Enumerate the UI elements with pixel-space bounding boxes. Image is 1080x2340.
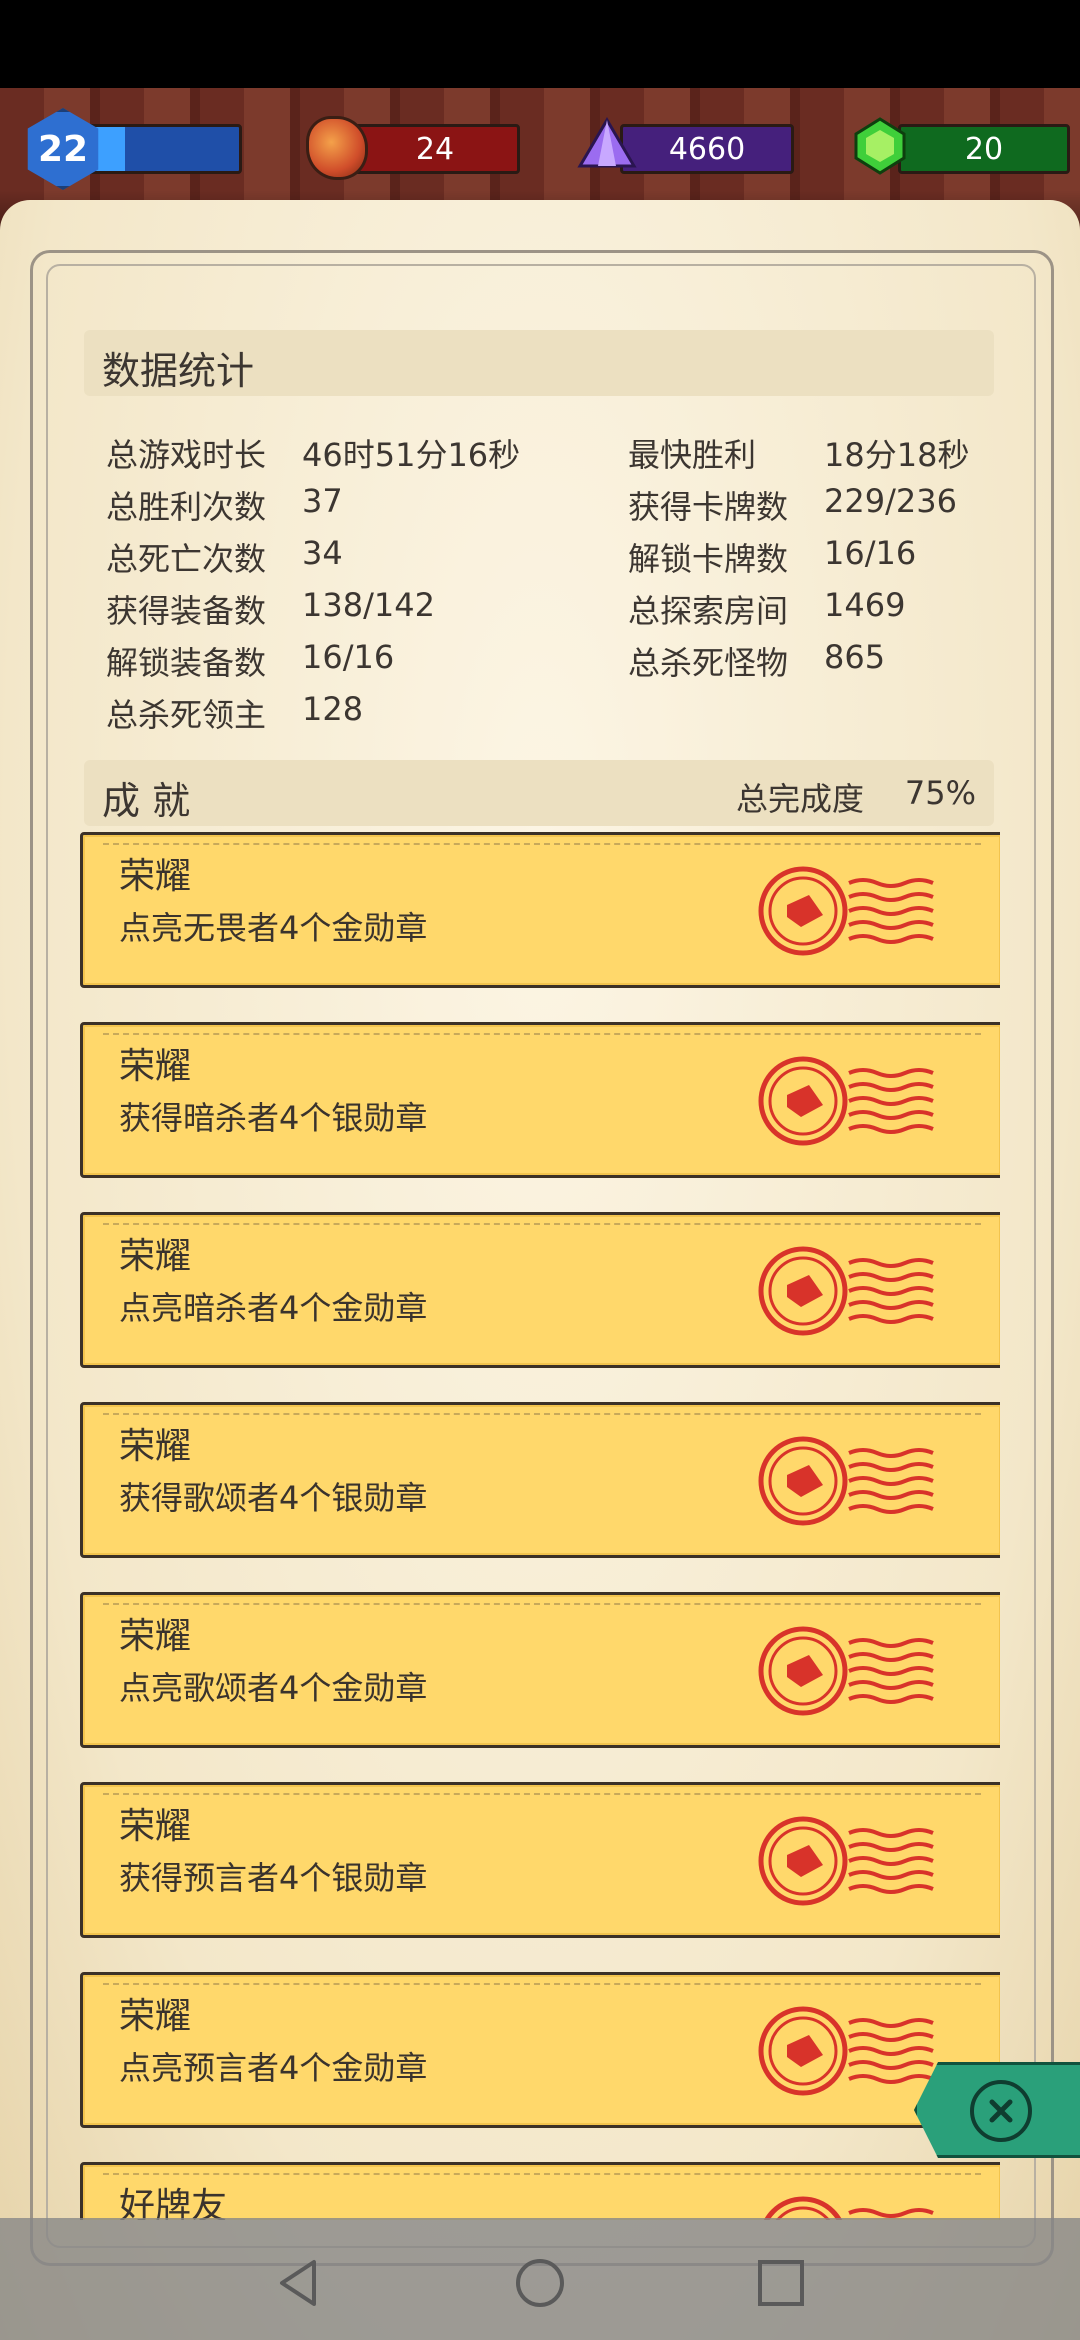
completed-stamp-icon	[753, 1621, 953, 1721]
achievement-title: 好牌友	[119, 2186, 228, 2220]
stat-value: 138/142	[302, 586, 435, 624]
emerald-counter: 20	[898, 124, 1070, 174]
crystal-icon	[577, 117, 637, 168]
achievement-title: 荣耀	[119, 1046, 192, 1087]
achievement-card[interactable]: 好牌友	[80, 2162, 1000, 2220]
stat-label: 获得装备数	[106, 592, 267, 630]
stats-title: 数据统计	[102, 349, 255, 393]
achievement-card[interactable]: 荣耀 点亮预言者4个金勋章	[80, 1972, 1000, 2128]
achievement-desc: 点亮预言者4个金勋章	[119, 2049, 428, 2087]
achievement-card[interactable]: 荣耀 获得暗杀者4个银勋章	[80, 1022, 1000, 1178]
achievement-title: 荣耀	[119, 1236, 192, 1277]
stat-label: 总探索房间	[628, 592, 789, 630]
system-nav-bar	[0, 2218, 1080, 2340]
achievement-title: 荣耀	[119, 856, 192, 897]
stat-label: 解锁卡牌数	[628, 540, 789, 578]
system-status-bar	[0, 0, 1080, 88]
achievement-title: 荣耀	[119, 1806, 192, 1847]
achievement-card[interactable]: 荣耀 点亮无畏者4个金勋章	[80, 832, 1000, 988]
completed-stamp-icon	[753, 1811, 953, 1911]
crystal-value: 4660	[668, 131, 746, 167]
emerald-icon	[854, 117, 906, 175]
stat-value: 46时51分16秒	[302, 436, 521, 474]
stat-value: 1469	[824, 586, 906, 624]
gold-stone-icon	[306, 116, 368, 180]
completed-stamp-icon	[753, 2001, 953, 2101]
progress-label: 总完成度	[735, 780, 864, 818]
achievement-title: 荣耀	[119, 1426, 192, 1467]
achievement-desc: 获得预言者4个银勋章	[119, 1859, 428, 1897]
achievement-list[interactable]: 荣耀 点亮无畏者4个金勋章 荣耀 获得暗杀者4个银勋章 荣耀 点亮暗杀者4个金勋…	[80, 832, 1000, 2220]
achievement-card[interactable]: 荣耀 获得预言者4个银勋章	[80, 1782, 1000, 1938]
achievement-desc: 点亮歌颂者4个金勋章	[119, 1669, 428, 1707]
stat-label: 总死亡次数	[106, 540, 267, 578]
stat-label: 总胜利次数	[106, 488, 267, 526]
stat-label: 总游戏时长	[106, 436, 267, 474]
completed-stamp-icon	[753, 861, 953, 961]
stat-value: 865	[824, 638, 886, 676]
stat-label: 总杀死领主	[106, 696, 267, 734]
stat-value: 229/236	[824, 482, 957, 520]
home-icon[interactable]	[513, 2256, 567, 2310]
emerald-value: 20	[964, 131, 1004, 167]
recent-apps-icon[interactable]	[754, 2256, 808, 2310]
achievements-title: 成 就	[102, 779, 191, 823]
achievement-title: 荣耀	[119, 1996, 192, 2037]
gold-value: 24	[415, 131, 455, 167]
achievement-desc: 获得暗杀者4个银勋章	[119, 1099, 428, 1137]
stat-label: 最快胜利	[628, 436, 757, 474]
progress-value: 75%	[904, 774, 976, 812]
achievement-card[interactable]: 荣耀 点亮歌颂者4个金勋章	[80, 1592, 1000, 1748]
achievement-desc: 点亮无畏者4个金勋章	[119, 909, 428, 947]
close-button[interactable]	[970, 2080, 1032, 2142]
xp-bar	[86, 124, 242, 174]
achievement-desc: 获得歌颂者4个银勋章	[119, 1479, 428, 1517]
stat-value: 18分18秒	[824, 436, 970, 474]
close-icon	[989, 2099, 1013, 2123]
back-icon[interactable]	[272, 2256, 326, 2310]
stat-label: 解锁装备数	[106, 644, 267, 682]
stat-value: 34	[302, 534, 343, 572]
achievement-desc: 点亮暗杀者4个金勋章	[119, 1289, 428, 1327]
stat-value: 16/16	[824, 534, 917, 572]
stats-header: 数据统计	[84, 330, 994, 396]
completed-stamp-icon	[753, 1431, 953, 1531]
stat-label: 总杀死怪物	[628, 644, 789, 682]
crystal-counter: 4660	[620, 124, 794, 174]
level-value: 22	[37, 128, 89, 170]
achievement-card[interactable]: 荣耀 点亮暗杀者4个金勋章	[80, 1212, 1000, 1368]
achievement-card[interactable]: 荣耀 获得歌颂者4个银勋章	[80, 1402, 1000, 1558]
gold-counter: 24	[350, 124, 520, 174]
achievement-title: 荣耀	[119, 1616, 192, 1657]
stat-label: 获得卡牌数	[628, 488, 789, 526]
stat-value: 16/16	[302, 638, 395, 676]
stat-value: 37	[302, 482, 343, 520]
completed-stamp-icon	[753, 1241, 953, 1341]
stat-value: 128	[302, 690, 364, 728]
completed-stamp-icon	[753, 2191, 953, 2220]
achievements-header: 成 就 总完成度 75%	[84, 760, 994, 826]
completed-stamp-icon	[753, 1051, 953, 1151]
